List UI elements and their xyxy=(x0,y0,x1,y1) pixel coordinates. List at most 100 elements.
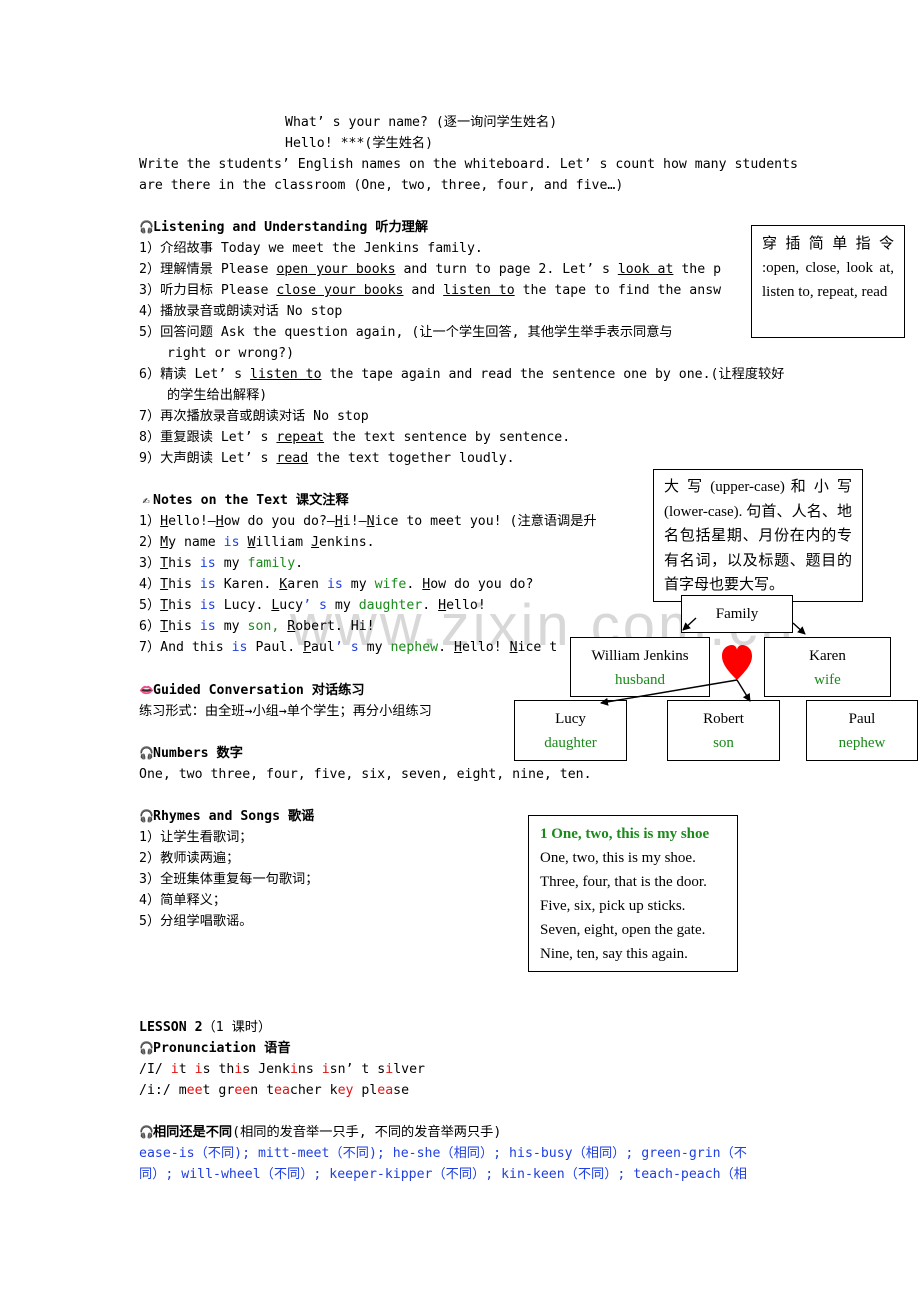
notes-item-3: 3）This is my family. xyxy=(139,556,304,571)
item-number: 6） xyxy=(139,619,161,634)
item-text: 让学生看歌词； xyxy=(160,830,253,845)
family-node-william: William Jenkins husband xyxy=(570,637,710,697)
item-text: the tape again and read the sentence one… xyxy=(321,367,785,382)
node-relation: son xyxy=(713,735,734,751)
listening-item-3: 3）听力目标 Please close your books and liste… xyxy=(139,280,721,301)
item-number: 9） xyxy=(139,451,161,466)
rhymes-item-1: 1）让学生看歌词； xyxy=(139,827,252,848)
item-number: 2） xyxy=(139,535,161,550)
numbers-title: Numbers 数字 xyxy=(153,746,243,761)
item-text: the text sentence by sentence. xyxy=(324,430,571,445)
item-text: 播放录音或朗读对话 No stop xyxy=(160,304,343,319)
listening-item-5-cont: right or wrong?) xyxy=(167,346,295,361)
headphones-icon: 🎧 xyxy=(139,220,154,234)
node-relation: daughter xyxy=(544,735,597,751)
item-text: 教师读两遍； xyxy=(160,851,240,866)
item-text: the p xyxy=(673,262,722,277)
listening-heading: 🎧Listening and Understanding 听力理解 xyxy=(139,217,428,238)
item-text: and turn to page 2. Let’ s xyxy=(395,262,618,277)
song-line: Five, six, pick up sticks. xyxy=(540,898,686,914)
item-number: 7） xyxy=(139,640,161,655)
pronunciation-heading: 🎧Pronunciation 语音 xyxy=(139,1038,291,1059)
guided-text: 练习形式：由全班→小组→单个学生；再分小组练习 xyxy=(139,704,432,719)
lesson2-heading: LESSON 2（1 课时） xyxy=(139,1017,271,1038)
song-title: 1 One, two, this is my shoe xyxy=(540,826,710,842)
listening-item-7: 7）再次播放录音或朗读对话 No stop xyxy=(139,406,369,427)
item-number: 4） xyxy=(139,893,161,908)
family-node-lucy: Lucy daughter xyxy=(514,700,627,761)
numbers-heading: 🎧Numbers 数字 xyxy=(139,743,243,764)
capitalization-callout: 大 写 (upper-case) 和 小 写 (lower-case). 句首、… xyxy=(653,469,863,602)
listening-item-6-cont: 的学生给出解释) xyxy=(167,388,268,403)
item-text: 理解情景 Please xyxy=(160,262,277,277)
headphones-icon: 🎧 xyxy=(139,1125,154,1139)
notes-item-7: 7）And this is Paul. Paul’ s my nephew. H… xyxy=(139,640,558,655)
family-root-node: Family xyxy=(681,595,793,633)
item-text: 全班集体重复每一句歌词； xyxy=(160,872,319,887)
item-number: 5） xyxy=(139,325,161,340)
underlined-phrase: listen to xyxy=(443,283,515,298)
item-number: 2） xyxy=(139,262,161,277)
item-number: 3） xyxy=(139,556,161,571)
item-text: 回答问题 Ask the question again, (让一个学生回答, 其… xyxy=(160,325,673,340)
item-number: 3） xyxy=(139,872,161,887)
headphones-icon: 🎧 xyxy=(139,809,154,823)
item-number: 5） xyxy=(139,598,161,613)
same-diff-title: 相同还是不同 xyxy=(153,1125,233,1140)
song-line: Three, four, that is the door. xyxy=(540,874,707,890)
listening-title: Listening and Understanding 听力理解 xyxy=(153,220,429,235)
node-relation: husband xyxy=(615,672,665,688)
phoneme-label: /I/ xyxy=(139,1062,163,1077)
arrow-family-to-karen xyxy=(792,622,806,635)
underlined-phrase: read xyxy=(276,451,309,466)
item-text: the text together loudly. xyxy=(308,451,515,466)
item-text: 听力目标 Please xyxy=(160,283,277,298)
short-i-row: /I/ it is this Jenkins isn’ t silver xyxy=(139,1062,425,1077)
item-number: 1） xyxy=(139,241,161,256)
same-diff-line-1: ease-is（不同); mitt-meet（不同); he-she（相同）; … xyxy=(139,1146,747,1161)
pen-icon: ✍ xyxy=(142,493,150,507)
listening-item-8: 8）重复跟读 Let’ s repeat the text sentence b… xyxy=(139,427,570,448)
song-line: Nine, ten, say this again. xyxy=(540,946,688,962)
song-line: One, two, this is my shoe. xyxy=(540,850,696,866)
node-relation: wife xyxy=(814,672,841,688)
item-number: 8） xyxy=(139,430,161,445)
intro-line-3: Write the students’ English names on the… xyxy=(139,157,798,172)
listening-item-2: 2）理解情景 Please open your books and turn t… xyxy=(139,259,721,280)
item-number: 6） xyxy=(139,367,161,382)
phoneme-label: /i:/ xyxy=(139,1083,171,1098)
same-diff-heading: 🎧相同还是不同(相同的发音举一只手, 不同的发音举两只手) xyxy=(139,1122,501,1143)
lesson2-title: LESSON 2 xyxy=(139,1020,203,1035)
headphones-icon: 🎧 xyxy=(139,1041,154,1055)
rhymes-heading: 🎧Rhymes and Songs 歌谣 xyxy=(139,806,314,827)
long-i-row: /i:/ meet green teacher key please xyxy=(139,1083,410,1098)
rhymes-item-3: 3）全班集体重复每一句歌词； xyxy=(139,869,318,890)
node-relation: nephew xyxy=(838,735,886,751)
family-node-karen: Karen wife xyxy=(764,637,891,697)
item-number: 2） xyxy=(139,851,161,866)
notes-heading: ✍ Notes on the Text 课文注释 xyxy=(139,490,349,511)
node-name: Paul xyxy=(848,711,876,727)
heart-icon xyxy=(722,645,752,680)
rhymes-title: Rhymes and Songs 歌谣 xyxy=(153,809,315,824)
lips-icon: 👄 xyxy=(139,683,154,697)
notes-item-1: 1）Hello!—How do you do?—Hi!—Nice to meet… xyxy=(139,514,597,529)
listening-item-6: 6）精读 Let’ s listen to the tape again and… xyxy=(139,364,784,385)
listening-item-1: 1）介绍故事 Today we meet the Jenkins family. xyxy=(139,238,483,259)
item-number: 7） xyxy=(139,409,161,424)
notes-item-2: 2）My name is William Jenkins. xyxy=(139,535,375,550)
item-text: the tape to find the answ xyxy=(514,283,722,298)
rhymes-item-4: 4）简单释义； xyxy=(139,890,226,911)
headphones-icon: 🎧 xyxy=(139,746,154,760)
intro-line-2: Hello! ***(学生姓名) xyxy=(285,136,434,151)
family-node-paul: Paul nephew xyxy=(806,700,918,761)
item-number: 5） xyxy=(139,914,161,929)
underlined-phrase: close your books xyxy=(276,283,404,298)
listening-item-9: 9）大声朗读 Let’ s read the text together lou… xyxy=(139,448,515,469)
notes-item-4: 4）This is Karen. Karen is my wife. How d… xyxy=(139,577,534,592)
item-text: 重复跟读 Let’ s xyxy=(160,430,277,445)
underlined-phrase: look at xyxy=(617,262,674,277)
pronunciation-title: Pronunciation 语音 xyxy=(153,1041,291,1056)
item-text: 分组学唱歌谣。 xyxy=(160,914,253,929)
notes-title: Notes on the Text 课文注释 xyxy=(153,493,349,508)
